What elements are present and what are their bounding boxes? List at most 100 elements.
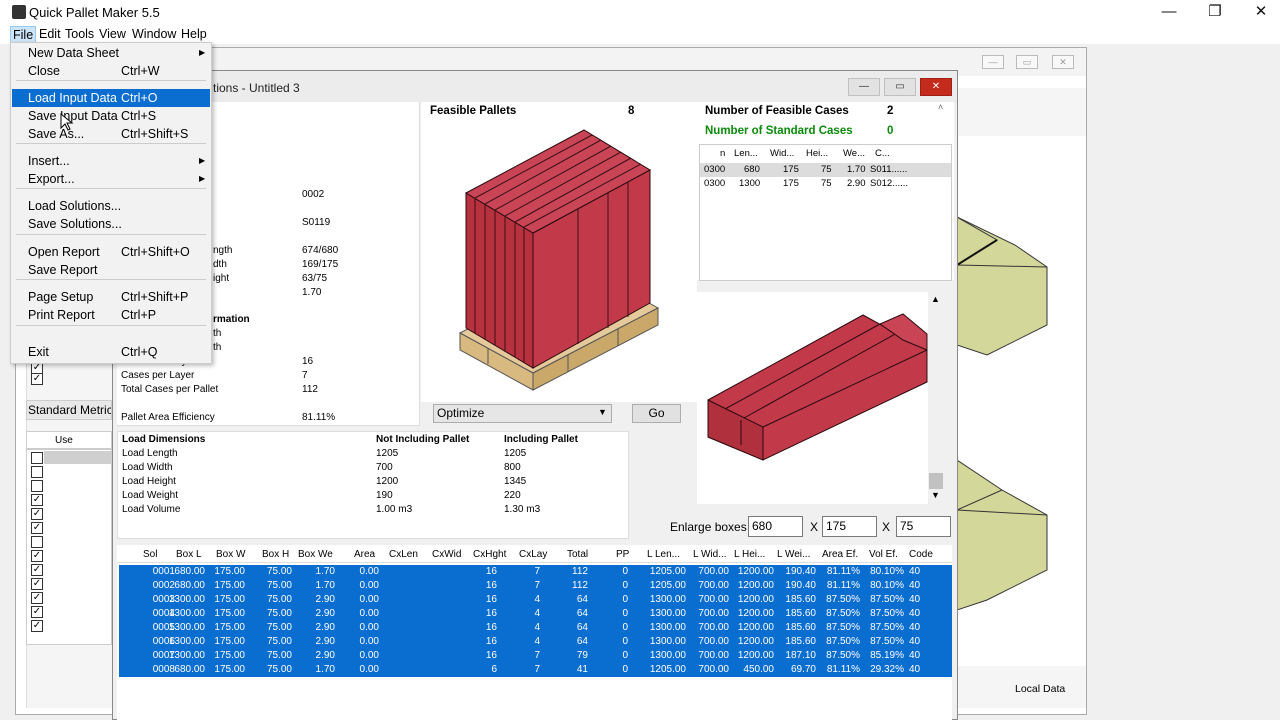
- load-dimension-label: Load Weight: [122, 490, 178, 501]
- column-header[interactable]: Code: [909, 549, 933, 560]
- enlarge-height-input[interactable]: 75: [896, 516, 951, 537]
- file-menu-item[interactable]: Save Input Data Ctrl+S: [12, 107, 210, 125]
- table-row[interactable]: 0002 680.00 175.00 75.00 1.70 0.00 16 7 112 0 1205…: [119, 579, 952, 593]
- cases-table[interactable]: n Len... Wid... Hei... We... C... 0300 6…: [699, 144, 952, 281]
- solutions-table[interactable]: Sol Box L Box W Box H Box We Area CxLen CxWid Cx…: [117, 545, 952, 720]
- table-row[interactable]: 0001 680.00 175.00 75.00 1.70 0.00 16 7 112 0 1205…: [119, 565, 952, 579]
- optimize-select[interactable]: Optimize: [433, 404, 612, 423]
- file-menu-item[interactable]: Save As... Ctrl+Shift+S: [12, 125, 210, 143]
- bg-restore-button[interactable]: ▭: [1016, 55, 1038, 69]
- cell: 87.50%: [826, 594, 860, 605]
- load-dimension-value: 1205: [504, 448, 527, 459]
- column-header[interactable]: Sol: [143, 549, 157, 560]
- bg-close-button[interactable]: ✕: [1052, 55, 1074, 69]
- column-header[interactable]: CxLen: [389, 549, 418, 560]
- cell: 64: [576, 594, 588, 605]
- menu-view[interactable]: View: [97, 26, 128, 42]
- file-menu-item[interactable]: Export... ▶: [12, 170, 210, 188]
- menu-item-shortcut: Ctrl+P: [121, 308, 157, 322]
- checkbox[interactable]: ✓: [31, 373, 43, 385]
- go-button[interactable]: Go: [632, 404, 681, 423]
- use-checkbox[interactable]: ✓: [31, 592, 43, 604]
- menu-edit[interactable]: Edit: [37, 26, 63, 42]
- enlarge-width-input[interactable]: 175: [822, 516, 877, 537]
- table-row[interactable]: 0007 1300.00 175.00 75.00 2.90 0.00 16 7 79 0 1300…: [119, 649, 952, 663]
- use-checkbox[interactable]: [31, 480, 43, 492]
- col-header[interactable]: Wid...: [770, 148, 794, 159]
- col-header[interactable]: Len...: [734, 148, 758, 159]
- column-header[interactable]: CxWid: [432, 549, 461, 560]
- column-header[interactable]: L Wid...: [693, 549, 727, 560]
- child-close-button[interactable]: ✕: [920, 78, 952, 96]
- file-menu-item[interactable]: Close Ctrl+W: [12, 62, 210, 80]
- column-header[interactable]: PP: [616, 549, 629, 560]
- child-minimize-button[interactable]: —: [848, 78, 880, 96]
- column-header[interactable]: Area Ef.: [822, 549, 858, 560]
- restore-button[interactable]: ❐: [1192, 2, 1238, 22]
- close-button[interactable]: ✕: [1238, 2, 1280, 22]
- use-checkbox[interactable]: ✓: [31, 550, 43, 562]
- file-menu-item[interactable]: Load Solutions...: [12, 197, 210, 215]
- col-header[interactable]: Hei...: [806, 148, 828, 159]
- child-restore-button[interactable]: ▭: [884, 78, 916, 96]
- column-header[interactable]: Total: [567, 549, 588, 560]
- scroll-down-icon[interactable]: ▼: [931, 490, 940, 500]
- cell: 75.00: [266, 580, 292, 591]
- file-menu-item[interactable]: Save Report: [12, 261, 210, 279]
- menu-window[interactable]: Window: [130, 26, 178, 42]
- scroll-up-icon[interactable]: ▲: [931, 294, 940, 304]
- use-checkbox[interactable]: ✓: [31, 494, 43, 506]
- file-menu-item[interactable]: Insert... ▶: [12, 152, 210, 170]
- bg-minimize-button[interactable]: —: [982, 55, 1004, 69]
- table-row[interactable]: 0003 1300.00 175.00 75.00 2.90 0.00 16 4 64 0 1300…: [119, 593, 952, 607]
- table-row[interactable]: 0300 1300 175 75 2.90 S012......: [700, 177, 951, 191]
- file-menu-item[interactable]: Save Solutions...: [12, 215, 210, 233]
- menu-tools[interactable]: Tools: [63, 26, 96, 42]
- col-header[interactable]: We...: [843, 148, 865, 159]
- file-menu-item[interactable]: Exit Ctrl+Q: [12, 343, 210, 361]
- use-checkbox[interactable]: ✓: [31, 620, 43, 632]
- file-menu-item[interactable]: Open Report Ctrl+Shift+O: [12, 243, 210, 261]
- column-header[interactable]: Area: [354, 549, 375, 560]
- use-checkbox[interactable]: ✓: [31, 578, 43, 590]
- pin-icon[interactable]: ˄: [938, 102, 943, 112]
- column-header[interactable]: Box We: [298, 549, 333, 560]
- minimize-button[interactable]: —: [1146, 2, 1192, 22]
- col-header[interactable]: n: [720, 148, 725, 159]
- column-header[interactable]: CxHght: [473, 549, 506, 560]
- menu-help[interactable]: Help: [179, 26, 209, 42]
- use-checkbox[interactable]: ✓: [31, 508, 43, 520]
- use-checkbox[interactable]: [31, 536, 43, 548]
- column-header[interactable]: L Wei...: [777, 549, 810, 560]
- file-menu-item[interactable]: Page Setup Ctrl+Shift+P: [12, 288, 210, 306]
- enlarge-length-input[interactable]: 680: [748, 516, 803, 537]
- column-header[interactable]: L Len...: [647, 549, 680, 560]
- use-checkbox[interactable]: ✓: [31, 606, 43, 618]
- column-header[interactable]: CxLay: [519, 549, 547, 560]
- table-row[interactable]: 0004 1300.00 175.00 75.00 2.90 0.00 16 4 64 0 1300…: [119, 607, 952, 621]
- info-label: Cases per Layer: [121, 370, 195, 381]
- scroll-thumb[interactable]: [929, 473, 943, 489]
- use-checkbox[interactable]: ✓: [31, 564, 43, 576]
- col-header[interactable]: C...: [875, 148, 890, 159]
- use-checkbox[interactable]: [31, 466, 43, 478]
- file-menu-item[interactable]: Print Report Ctrl+P: [12, 306, 210, 324]
- table-row[interactable]: 0008 680.00 175.00 75.00 1.70 0.00 6 7 41 0 1205.0…: [119, 663, 952, 677]
- column-header[interactable]: Vol Ef.: [869, 549, 898, 560]
- table-row[interactable]: 0300 680 175 75 1.70 S011......: [700, 163, 951, 177]
- column-header[interactable]: Box W: [216, 549, 245, 560]
- cell: 87.50%: [826, 622, 860, 633]
- enlarge-x-label: X: [882, 520, 891, 534]
- use-checkbox[interactable]: [31, 452, 43, 464]
- standard-metric-button[interactable]: Standard Metric: [26, 400, 112, 420]
- file-menu-item[interactable]: Load Input Data Ctrl+O: [12, 89, 210, 107]
- table-row[interactable]: 0005 1300.00 175.00 75.00 2.90 0.00 16 4 64 0 1300…: [119, 621, 952, 635]
- column-header[interactable]: Box H: [262, 549, 289, 560]
- cell: 4: [534, 608, 540, 619]
- use-checkbox[interactable]: ✓: [31, 522, 43, 534]
- column-header[interactable]: Box L: [176, 549, 202, 560]
- file-menu-item[interactable]: New Data Sheet ▶: [12, 44, 210, 62]
- table-row[interactable]: 0006 1300.00 175.00 75.00 2.90 0.00 16 4 64 0 1300…: [119, 635, 952, 649]
- cell: 0: [622, 566, 628, 577]
- column-header[interactable]: L Hei...: [734, 549, 765, 560]
